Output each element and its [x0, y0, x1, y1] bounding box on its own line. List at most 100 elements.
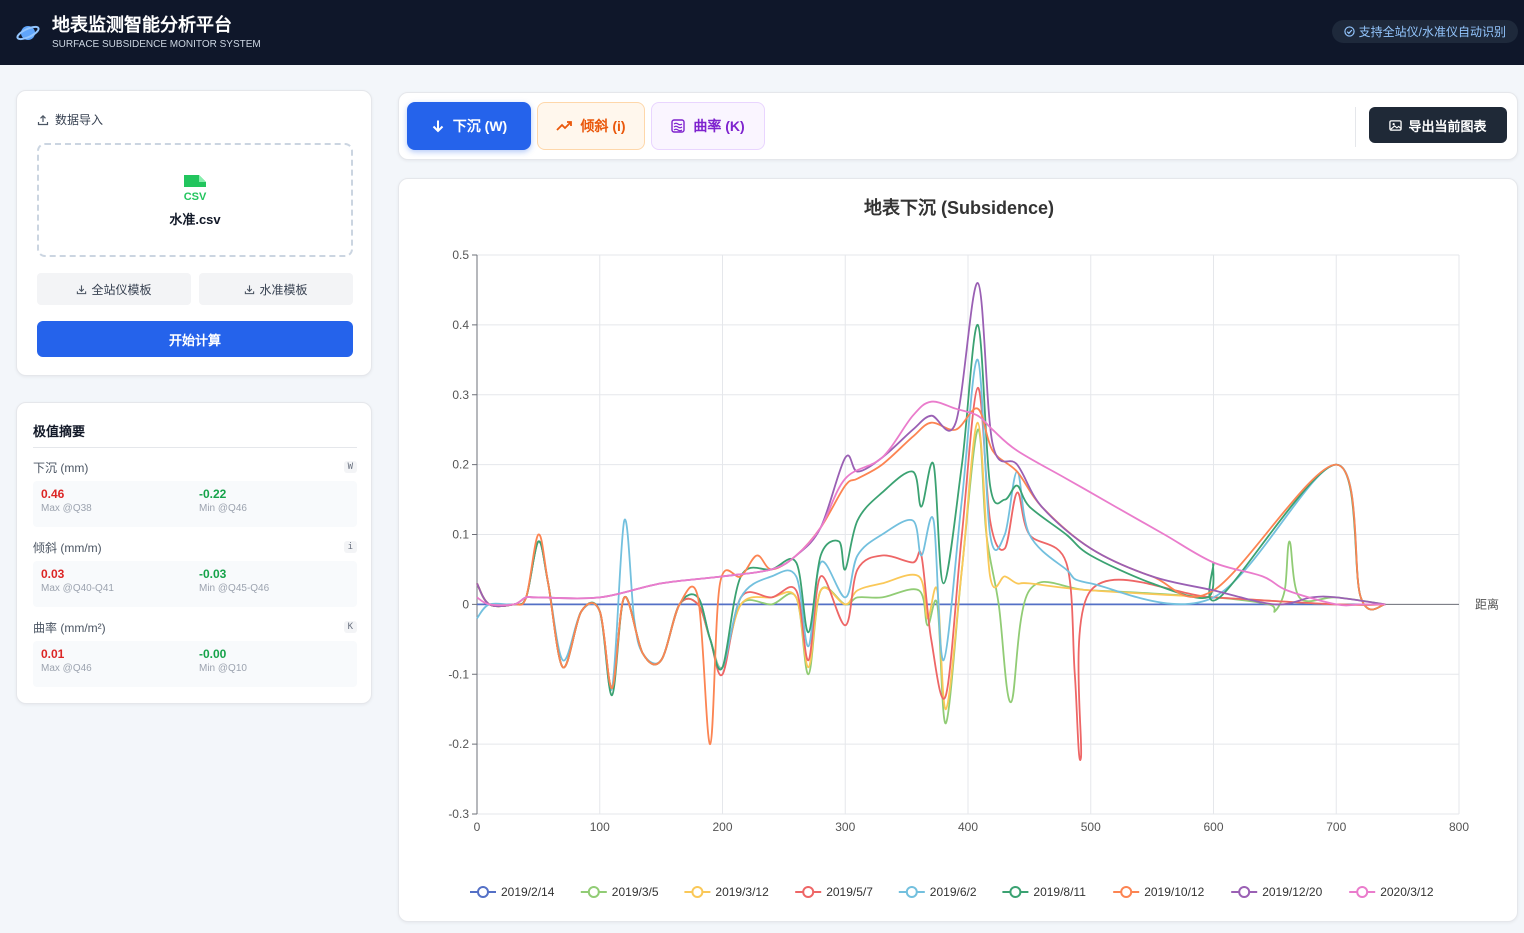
metric-min-value: -0.03: [199, 567, 227, 581]
tab-curvature[interactable]: 曲率 (K): [651, 102, 765, 150]
summary-divider: [33, 447, 357, 448]
total-station-template-label: 全站仪模板: [91, 282, 152, 297]
metric-max-value: 0.03: [41, 567, 65, 581]
metric-max-value: 0.46: [41, 487, 65, 501]
metric-tag: K: [343, 621, 357, 633]
chart-tab-bar: 下沉 (W) 倾斜 (i) 曲率 (K) 导出当前图表: [398, 92, 1518, 160]
legend-label: 2019/8/11: [1033, 885, 1086, 899]
legend-label: 2019/5/7: [826, 885, 873, 899]
app-subtitle: SURFACE SUBSIDENCE MONITOR SYSTEM: [52, 38, 261, 50]
x-tick-label: 400: [958, 820, 978, 834]
metric-label: 曲率 (mm/m²): [33, 620, 106, 635]
x-axis-label: 距离: [1475, 596, 1499, 611]
check-circle-icon: [1343, 26, 1355, 37]
metric-values: 0.46 Max @Q38 -0.22 Min @Q46: [33, 481, 357, 527]
image-icon: [1389, 119, 1403, 131]
arrow-down-icon: [432, 120, 443, 133]
metric-tilt: 倾斜 (mm/m) i 0.03 Max @Q40-Q41 -0.03 Min …: [33, 539, 357, 607]
y-tick-label: 0.4: [452, 318, 469, 332]
legend-swatch-marker: [691, 886, 704, 898]
metric-max-value: 0.01: [41, 647, 65, 661]
download-icon: [245, 284, 255, 294]
start-calculation-button[interactable]: 开始计算: [37, 321, 353, 357]
data-import-heading: 数据导入: [37, 111, 103, 128]
x-tick-label: 300: [835, 820, 855, 834]
tab-divider: [1355, 107, 1356, 147]
legend-label: 2019/6/2: [930, 885, 977, 899]
metric-label: 下沉 (mm): [33, 460, 89, 475]
export-chart-label: 导出当前图表: [1408, 118, 1487, 134]
legend-swatch-marker: [1120, 886, 1133, 898]
metric-label: 倾斜 (mm/m): [33, 540, 102, 555]
wave-icon: [671, 119, 686, 133]
y-tick-label: 0.3: [452, 388, 469, 402]
legend-label: 2019/10/12: [1144, 885, 1204, 899]
y-tick-label: 0: [462, 597, 469, 611]
auto-detect-text: 支持全站仪/水准仪自动识别: [1358, 25, 1506, 39]
legend-swatch-marker: [587, 886, 600, 898]
metric-values: 0.01 Max @Q46 -0.00 Min @Q10: [33, 641, 357, 687]
data-import-panel: 数据导入 CSV 水准.csv 全站仪模板 水准模板 开始计算: [16, 90, 372, 376]
x-tick-label: 200: [712, 820, 732, 834]
legend-label: 2019/12/20: [1262, 885, 1322, 899]
legend-swatch-marker: [1356, 886, 1369, 898]
x-tick-label: 100: [590, 820, 610, 834]
extremes-summary-title: 极值摘要: [33, 424, 86, 439]
selected-file-name: 水准.csv: [169, 211, 221, 227]
series-line: [476, 386, 1386, 761]
series-line: [476, 282, 1386, 608]
upload-icon: [37, 114, 49, 125]
metric-min-value: -0.22: [199, 487, 227, 501]
download-icon: [77, 284, 87, 294]
auto-detect-badge: 支持全站仪/水准仪自动识别: [1331, 20, 1518, 43]
chart-title: 地表下沉 (Subsidence): [864, 197, 1054, 218]
y-tick-label: -0.1: [448, 667, 469, 681]
legend-swatch-marker: [802, 886, 815, 898]
metric-tag: i: [343, 541, 357, 553]
metric-min-location: Min @Q46: [199, 503, 247, 514]
y-tick-label: -0.3: [448, 807, 469, 821]
x-tick-label: 600: [1203, 820, 1223, 834]
tab-tilt[interactable]: 倾斜 (i): [537, 102, 645, 150]
subsidence-chart: 地表下沉 (Subsidence) 0 100 200 300 400 500 600 700 8…: [448, 197, 1499, 899]
x-tick-label: 0: [474, 820, 481, 834]
metric-curvature: 曲率 (mm/m²) K 0.01 Max @Q46 -0.00 Min @Q1…: [33, 619, 357, 687]
legend-swatch-marker: [905, 886, 918, 898]
level-template-button[interactable]: 水准模板: [199, 273, 353, 305]
tab-curvature-label: 曲率 (K): [693, 118, 745, 134]
legend-label: 2019/3/12: [715, 885, 769, 899]
csv-file-icon: CSV: [184, 174, 207, 203]
metric-values: 0.03 Max @Q40-Q41 -0.03 Min @Q45-Q46: [33, 561, 357, 607]
metric-min-value: -0.00: [199, 647, 227, 661]
legend-label: 2020/3/12: [1380, 885, 1434, 899]
planet-logo-icon: [16, 25, 40, 40]
tab-subsidence[interactable]: 下沉 (W): [407, 102, 531, 150]
y-tick-label: 0.1: [452, 528, 469, 542]
csv-file-label: CSV: [184, 191, 207, 203]
x-tick-label: 700: [1326, 820, 1346, 834]
legend-swatch-marker: [1009, 886, 1022, 898]
metric-max-location: Max @Q46: [41, 663, 92, 674]
metric-tag: W: [343, 461, 357, 473]
file-dropzone[interactable]: CSV 水准.csv: [37, 143, 353, 257]
trend-up-icon: [556, 121, 573, 131]
x-tick-label: 500: [1081, 820, 1101, 834]
chart-panel: 地表下沉 (Subsidence) 0 100 200 300 400 500 600 700 8…: [398, 178, 1518, 922]
metric-min-location: Min @Q10: [199, 663, 247, 674]
data-import-title: 数据导入: [55, 113, 104, 127]
x-tick-label: 800: [1449, 820, 1469, 834]
legend-swatch-marker: [477, 886, 489, 898]
metric-max-location: Max @Q38: [41, 503, 92, 514]
top-header: 地表监测智能分析平台 SURFACE SUBSIDENCE MONITOR SY…: [0, 0, 1524, 65]
level-template-label: 水准模板: [259, 282, 308, 297]
legend-label: 2019/3/5: [612, 885, 659, 899]
extremes-summary-panel: 极值摘要 下沉 (mm) W 0.46 Max @Q38 -0.22 Min @…: [16, 402, 372, 704]
total-station-template-button[interactable]: 全站仪模板: [37, 273, 191, 305]
y-tick-label: 0.5: [452, 248, 469, 262]
metric-min-location: Min @Q45-Q46: [199, 583, 270, 594]
metric-subsidence: 下沉 (mm) W 0.46 Max @Q38 -0.22 Min @Q46: [33, 459, 357, 527]
series-line: [476, 400, 1386, 607]
metric-max-location: Max @Q40-Q41: [41, 583, 114, 594]
export-chart-button[interactable]: 导出当前图表: [1369, 107, 1507, 143]
y-tick-label: 0.2: [452, 458, 469, 472]
